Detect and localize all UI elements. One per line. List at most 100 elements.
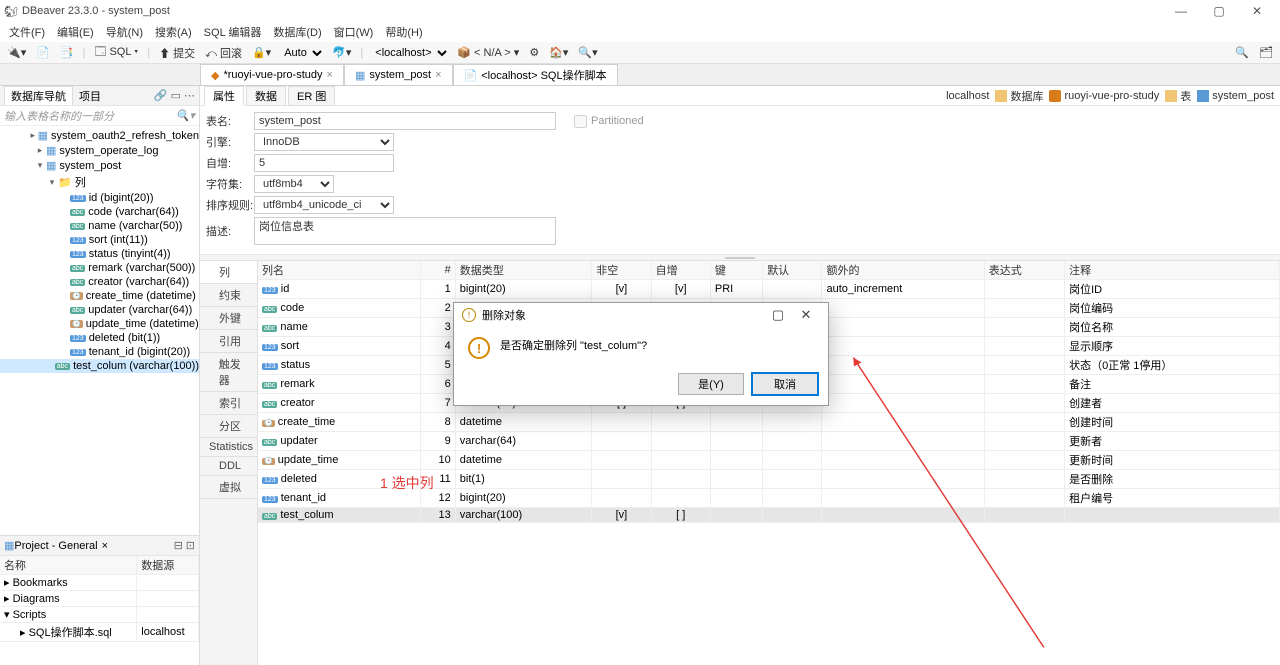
- grid-tab[interactable]: Statistics: [200, 438, 257, 457]
- dialog-cancel-button[interactable]: 取消: [752, 373, 818, 395]
- tree-item[interactable]: 🕒 update_time (datetime): [0, 317, 199, 331]
- navigation-tree[interactable]: ▸ ▦ system_oauth2_refresh_token ▸ ▦ syst…: [0, 126, 199, 535]
- new-script-icon[interactable]: 📄: [33, 46, 53, 59]
- list-item[interactable]: ▸ SQL操作脚本.sqllocalhost: [0, 623, 199, 642]
- collapse-icon[interactable]: ▭: [171, 89, 181, 102]
- table-row[interactable]: abc test_colum 13 varchar(100)[v][ ]: [258, 508, 1280, 523]
- grid-tab[interactable]: 列: [200, 261, 257, 284]
- table-row[interactable]: 123 id 1 bigint(20)[v][v] PRIauto_increm…: [258, 280, 1280, 299]
- grid-tab[interactable]: 分区: [200, 415, 257, 438]
- tree-item[interactable]: abc remark (varchar(500)): [0, 261, 199, 275]
- list-item[interactable]: ▸ Diagrams: [0, 591, 199, 607]
- sync-icon[interactable]: 🔍▾: [575, 46, 600, 59]
- menu-help[interactable]: 帮助(H): [380, 23, 427, 41]
- db-chooser-button[interactable]: 📦 < N/A > ▾: [454, 46, 522, 59]
- input-table-name[interactable]: [254, 112, 556, 130]
- tree-item[interactable]: ▸ ▦ system_oauth2_refresh_token: [0, 128, 199, 143]
- dialog-yes-button[interactable]: 是(Y): [678, 373, 744, 395]
- table-row[interactable]: 🕒 update_time 10 datetime 更新时间: [258, 451, 1280, 470]
- breadcrumb-item[interactable]: localhost: [931, 88, 989, 104]
- save-icon[interactable]: 📑: [57, 46, 77, 59]
- menu-icon[interactable]: ⋯: [184, 89, 195, 102]
- menu-sql-editor[interactable]: SQL 编辑器: [199, 23, 267, 41]
- tree-item[interactable]: 123 deleted (bit(1)): [0, 331, 199, 345]
- menu-search[interactable]: 搜索(A): [150, 23, 197, 41]
- minimize-button[interactable]: —: [1162, 4, 1200, 18]
- menu-database[interactable]: 数据库(D): [268, 23, 326, 41]
- grid-tab[interactable]: 触发器: [200, 353, 257, 392]
- perspective-icon[interactable]: 🗂: [1256, 46, 1276, 59]
- column-header[interactable]: 自增: [651, 261, 710, 280]
- new-conn-icon[interactable]: 🔌▾: [4, 46, 29, 59]
- grid-tab[interactable]: DDL: [200, 457, 257, 476]
- column-header[interactable]: 注释: [1065, 261, 1280, 280]
- search-icon[interactable]: 🔍: [1232, 46, 1252, 59]
- connection-dropdown[interactable]: <localhost>: [369, 46, 450, 60]
- tree-item[interactable]: 🕒 create_time (datetime): [0, 289, 199, 303]
- checkbox-partitioned[interactable]: Partitioned: [574, 115, 644, 128]
- txn-level-icon[interactable]: 🐬▾: [329, 46, 354, 59]
- tab-ruoyi[interactable]: ◆*ruoyi-vue-pro-study×: [200, 64, 344, 85]
- link-icon[interactable]: 🔗: [154, 89, 168, 102]
- tree-item[interactable]: abc name (varchar(50)): [0, 219, 199, 233]
- menu-icon[interactable]: ⊟: [174, 539, 183, 552]
- input-autoinc[interactable]: [254, 154, 394, 172]
- grid-tab[interactable]: 虚拟: [200, 476, 257, 499]
- subtab-properties[interactable]: 属性: [204, 86, 244, 106]
- column-header[interactable]: 列名: [258, 261, 420, 280]
- column-header[interactable]: #: [420, 261, 455, 280]
- rollback-button[interactable]: ⤺ 回滚: [202, 45, 245, 61]
- select-collation[interactable]: utf8mb4_unicode_ci: [254, 196, 394, 214]
- table-row[interactable]: abc updater 9 varchar(64) 更新者: [258, 432, 1280, 451]
- tree-item[interactable]: 123 status (tinyint(4)): [0, 247, 199, 261]
- collapse-icon[interactable]: ⊡: [186, 539, 195, 552]
- menu-edit[interactable]: 编辑(E): [52, 23, 99, 41]
- column-header[interactable]: 表达式: [984, 261, 1064, 280]
- column-header[interactable]: 非空: [592, 261, 651, 280]
- tree-item[interactable]: ▾ ▦ system_post: [0, 158, 199, 173]
- col-datasource[interactable]: 数据源: [137, 556, 199, 575]
- tree-item[interactable]: 123 tenant_id (bigint(20)): [0, 345, 199, 359]
- menu-window[interactable]: 窗口(W): [329, 23, 379, 41]
- subtab-er[interactable]: ER 图: [288, 86, 335, 106]
- column-header[interactable]: 数据类型: [455, 261, 592, 280]
- tree-filter-input[interactable]: 输入表格名称的一部分 🔍▾: [0, 106, 199, 126]
- list-item[interactable]: ▾ Scripts: [0, 607, 199, 623]
- txn-icon[interactable]: 🔒▾: [249, 46, 274, 59]
- tree-item[interactable]: ▸ ▦ system_operate_log: [0, 143, 199, 158]
- close-icon[interactable]: ×: [102, 540, 108, 552]
- tab-sql-script[interactable]: 📄<localhost> SQL操作脚本: [453, 64, 618, 85]
- breadcrumb-item[interactable]: 数据库: [995, 88, 1043, 104]
- dialog-maximize-button[interactable]: ▢: [764, 307, 792, 323]
- table-row[interactable]: 🕒 create_time 8 datetime 创建时间: [258, 413, 1280, 432]
- grid-tab[interactable]: 约束: [200, 284, 257, 307]
- grid-tab[interactable]: 索引: [200, 392, 257, 415]
- tree-item[interactable]: ▾ 📁 列: [0, 173, 199, 191]
- breadcrumb-item[interactable]: ruoyi-vue-pro-study: [1049, 88, 1159, 104]
- menu-nav[interactable]: 导航(N): [101, 23, 148, 41]
- tree-item[interactable]: 123 sort (int(11)): [0, 233, 199, 247]
- tree-item[interactable]: 123 id (bigint(20)): [0, 191, 199, 205]
- menu-file[interactable]: 文件(F): [4, 23, 50, 41]
- column-header[interactable]: 键: [710, 261, 762, 280]
- column-header[interactable]: 额外的: [822, 261, 984, 280]
- breadcrumb-item[interactable]: 表: [1165, 88, 1191, 104]
- grid-tab[interactable]: 引用: [200, 330, 257, 353]
- select-engine[interactable]: InnoDB: [254, 133, 394, 151]
- close-icon[interactable]: ×: [327, 69, 333, 81]
- commit-button[interactable]: ⬆ 提交: [156, 45, 198, 61]
- dialog-close-button[interactable]: ✕: [792, 307, 820, 323]
- grid-tab[interactable]: 外键: [200, 307, 257, 330]
- tab-system-post[interactable]: ▦system_post×: [344, 64, 453, 85]
- select-charset[interactable]: utf8mb4: [254, 175, 334, 193]
- home-icon[interactable]: 🏠▾: [546, 46, 571, 59]
- list-item[interactable]: ▸ Bookmarks: [0, 575, 199, 591]
- close-button[interactable]: ✕: [1238, 4, 1276, 18]
- tree-item[interactable]: abc updater (varchar(64)): [0, 303, 199, 317]
- maximize-button[interactable]: ▢: [1200, 4, 1238, 18]
- tree-item[interactable]: abc test_colum (varchar(100)): [0, 359, 199, 373]
- auto-commit-dropdown[interactable]: Auto: [278, 46, 325, 60]
- sql-editor-button[interactable]: 🗔 SQL ▾: [91, 43, 141, 62]
- subtab-data[interactable]: 数据: [246, 86, 286, 106]
- settings-icon[interactable]: ⚙: [526, 46, 542, 59]
